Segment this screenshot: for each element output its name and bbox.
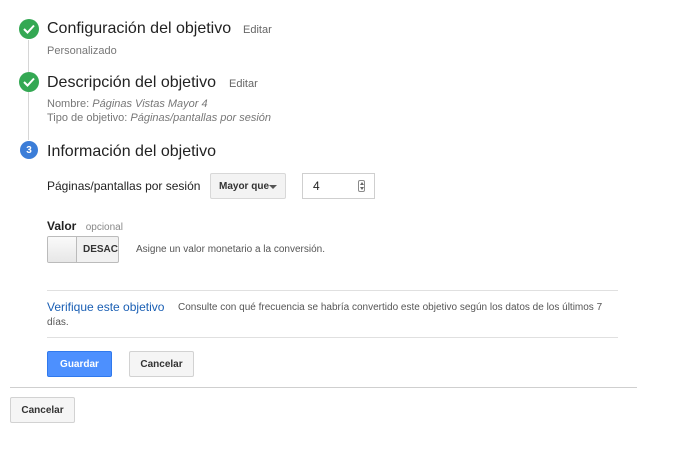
step-connector (28, 40, 29, 72)
step-connector (28, 92, 29, 140)
valor-optional: opcional (85, 222, 123, 233)
operator-dropdown[interactable]: Mayor que (210, 173, 286, 199)
footer-cancel-button[interactable]: Cancelar (10, 397, 75, 423)
valor-toggle[interactable]: DESACT (47, 236, 119, 263)
divider (47, 290, 618, 291)
valor-label: Valor opcional (47, 219, 123, 233)
number-spinner-icon[interactable] (358, 180, 365, 192)
valor-title: Valor (47, 219, 77, 233)
verify-goal-link[interactable]: Verifique este objetivo (47, 300, 164, 314)
goal-name-line: Nombre: Páginas Vistas Mayor 4 (47, 98, 208, 110)
step-title-descripcion: Descripción del objetivo (47, 74, 216, 91)
step-summary-configuracion: Personalizado (47, 45, 117, 57)
chevron-down-icon (269, 185, 277, 189)
step-complete-check-icon (19, 19, 39, 39)
verify-description-line2: días. (47, 317, 69, 328)
condition-label: Páginas/pantallas por sesión (47, 179, 201, 193)
goal-name-value: Páginas Vistas Mayor 4 (92, 98, 208, 110)
step-title-informacion: Información del objetivo (47, 143, 216, 160)
goal-type-line: Tipo de objetivo: Páginas/pantallas por … (47, 112, 271, 124)
goal-type-label: Tipo de objetivo: (47, 112, 128, 124)
step-complete-check-icon (19, 72, 39, 92)
valor-hint: Asigne un valor monetario a la conversió… (136, 244, 325, 255)
toggle-knob (48, 237, 77, 262)
edit-configuracion-link[interactable]: Editar (243, 24, 272, 36)
step-number-badge: 3 (20, 141, 38, 159)
goal-name-label: Nombre: (47, 98, 90, 110)
goal-type-value: Páginas/pantallas por sesión (130, 112, 272, 124)
pages-per-session-value: 4 (313, 179, 320, 193)
operator-selected-value: Mayor que (219, 180, 270, 192)
divider (47, 337, 618, 338)
verify-description-line1: Consulte con qué frecuencia se habría co… (178, 302, 603, 313)
save-button[interactable]: Guardar (47, 351, 112, 377)
step-title-configuracion: Configuración del objetivo (47, 20, 232, 37)
toggle-state-label: DESACT (83, 244, 119, 255)
edit-descripcion-link[interactable]: Editar (229, 78, 258, 90)
divider (10, 387, 637, 388)
cancel-button[interactable]: Cancelar (129, 351, 194, 377)
pages-per-session-input[interactable]: 4 (302, 173, 375, 199)
